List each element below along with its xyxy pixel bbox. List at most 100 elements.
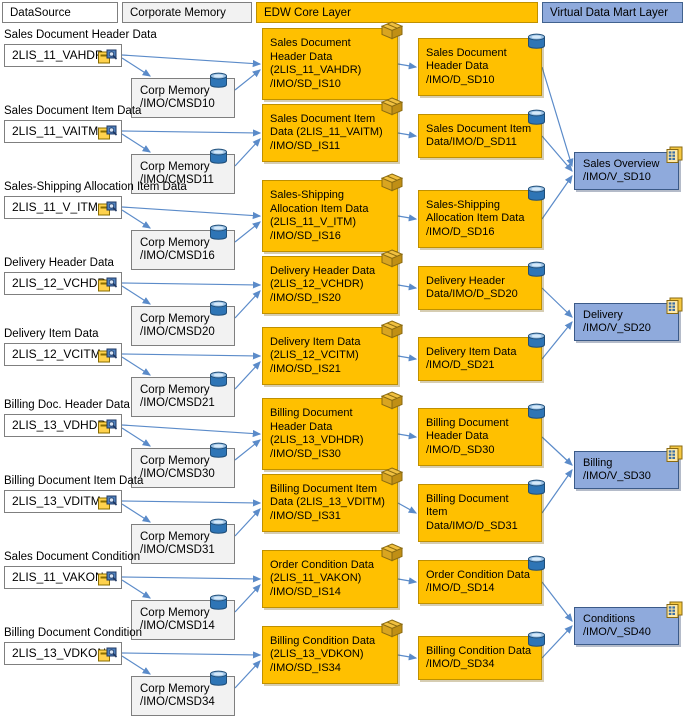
corp-memory-box[interactable]: Corp Memory/IMO/CMSD31: [131, 518, 235, 564]
node-text-line: Sales Document Item: [426, 122, 532, 135]
datasource-box[interactable]: 2LIS_11_VAITM: [4, 120, 122, 143]
datasource-name: 2LIS_12_VCITM: [12, 346, 101, 361]
node-text-line: Header Data: [426, 430, 489, 443]
virtual-mart-box[interactable]: Delivery/IMO/V_SD20: [574, 297, 683, 341]
column-header-datasource: DataSource: [2, 2, 118, 23]
node-text-line: Conditions: [583, 612, 635, 625]
node-text-line: /IMO/SD_IS14: [270, 585, 341, 598]
node-text-line: Billing Document: [426, 492, 509, 505]
dso-box[interactable]: Delivery Header Data/IMO/D_SD20: [418, 261, 545, 310]
node-text-line: Item: [426, 506, 448, 519]
corp-memory-box[interactable]: Corp Memory/IMO/CMSD20: [131, 300, 235, 346]
node-text-line: Corp Memory: [140, 454, 210, 467]
node-text-line: Billing Document Item: [270, 482, 377, 495]
datasource-caption: Sales Document Header Data: [4, 29, 157, 41]
dso-box[interactable]: Sales Document Header Data/IMO/D_SD10: [418, 33, 545, 96]
infosource-box[interactable]: Sales-Shipping Allocation Item Data (2LIS_…: [262, 173, 403, 252]
datasource-box[interactable]: 2LIS_11_VAKON: [4, 566, 122, 589]
node-text-line: /IMO/SD_IS31: [270, 509, 341, 522]
node-text-line: Delivery: [583, 308, 623, 321]
node-text-line: /IMO/D_SD16: [426, 225, 495, 238]
datasource-caption: Billing Document Item Data: [4, 475, 144, 487]
node-text-line: Header Data: [270, 50, 333, 63]
node-text-line: Billing Condition Data: [426, 644, 532, 657]
dso-box[interactable]: Order Condition Data/IMO/D_SD14: [418, 555, 545, 604]
node-text-line: Delivery Item Data: [426, 345, 517, 358]
node-text-line: Corp Memory: [140, 383, 210, 396]
node-text-line: /IMO/CMSD31: [140, 544, 215, 556]
corp-memory-box[interactable]: Corp Memory/IMO/CMSD34: [131, 670, 235, 716]
datasource-box[interactable]: 2LIS_13_VDITM: [4, 490, 122, 513]
datasource-caption: Sales Document Condition: [4, 551, 141, 563]
node-text-line: /IMO/SD_IS16: [270, 229, 341, 242]
infosource-box[interactable]: Billing Document Item Data (2LIS_13_VDITM…: [262, 467, 403, 532]
node-text-line: /IMO/SD_IS20: [270, 291, 341, 304]
datasource-box[interactable]: 2LIS_13_VDKON: [4, 642, 122, 665]
node-text-line: /IMO/SD_IS34: [270, 661, 341, 674]
infosource-box[interactable]: Billing Condition Data (2LIS_13_VDKON)/IM…: [262, 619, 403, 684]
node-text-line: /IMO/SD_IS11: [270, 139, 341, 152]
node-text-line: Billing: [583, 456, 613, 469]
corp-memory-box[interactable]: Corp Memory/IMO/CMSD16: [131, 224, 235, 270]
datasource-box[interactable]: 2LIS_12_VCHDR: [4, 272, 122, 295]
node-text-line: /IMO/SD_IS30: [270, 447, 341, 460]
node-text-line: Order Condition Data: [426, 568, 530, 581]
node-text-line: /IMO/V_SD20: [583, 322, 651, 334]
node-text-line: /IMO/CMSD21: [140, 397, 215, 409]
node-text-line: (2LIS_13_VDHDR): [270, 434, 364, 446]
node-text-line: /IMO/CMSD34: [140, 696, 215, 708]
virtual-mart-box[interactable]: Billing/IMO/V_SD30: [574, 445, 683, 489]
datasource-name: 2LIS_12_VCHDR: [12, 275, 107, 290]
infosource-box[interactable]: Delivery Item Data (2LIS_12_VCITM)/IMO/SD…: [262, 320, 403, 385]
dso-box[interactable]: Sales Document Item Data/IMO/D_SD11: [418, 109, 545, 158]
column-header-corporate-memory: Corporate Memory: [122, 2, 252, 23]
node-text-line: Corp Memory: [140, 236, 210, 249]
diagram-canvas: DataSource Corporate Memory EDW Core Lay…: [0, 0, 685, 720]
node-text-line: (2LIS_11_V_ITM): [270, 216, 357, 228]
node-text-line: /IMO/D_SD14: [426, 582, 495, 594]
node-text-line: Billing Document: [270, 407, 353, 419]
node-text-line: Sales Document: [270, 37, 351, 49]
corp-memory-box[interactable]: Corp Memory/IMO/CMSD21: [131, 371, 235, 417]
node-text-line: /IMO/CMSD14: [140, 620, 215, 632]
node-text-line: Billing Document: [426, 416, 509, 429]
datasource-box[interactable]: 2LIS_12_VCITM: [4, 343, 122, 366]
virtual-mart-box[interactable]: Conditions/IMO/V_SD40: [574, 601, 683, 645]
node-text-line: Data (2LIS_13_VDITM): [270, 496, 385, 509]
dso-box[interactable]: Billing Condition Data/IMO/D_SD34: [418, 631, 545, 680]
dso-box[interactable]: Sales-Shipping Allocation Item Data/IMO/D…: [418, 185, 545, 248]
node-text-line: (2LIS_12_VCITM): [270, 349, 359, 362]
corp-memory-box[interactable]: Corp Memory/IMO/CMSD30: [131, 442, 235, 488]
node-text-line: Sales-Shipping: [426, 198, 500, 211]
datasource-box[interactable]: 2LIS_11_V_ITM: [4, 196, 122, 219]
column-header-edw-core-layer: EDW Core Layer: [256, 2, 538, 23]
node-text-line: Sales Overview: [583, 157, 660, 170]
infosource-box[interactable]: Delivery Header Data (2LIS_12_VCHDR)/IMO/…: [262, 249, 403, 314]
node-text-line: Delivery Header Data: [270, 264, 376, 277]
virtual-mart-box[interactable]: Sales Overview/IMO/V_SD10: [574, 146, 683, 190]
node-text-line: /IMO/V_SD10: [583, 171, 651, 183]
node-text-line: (2LIS_11_VAHDR): [270, 64, 362, 76]
dso-box[interactable]: Delivery Item Data/IMO/D_SD21: [418, 332, 545, 381]
node-text-line: Sales Document Item: [270, 112, 376, 125]
corp-memory-box[interactable]: Corp Memory/IMO/CMSD14: [131, 594, 235, 640]
node-text-line: (2LIS_12_VCHDR): [270, 278, 364, 291]
node-text-line: Header Data: [270, 420, 333, 433]
dso-box[interactable]: Billing Document Item Data/IMO/D_SD31: [418, 479, 545, 542]
datasource-name: 2LIS_11_V_ITM: [12, 199, 98, 214]
node-text-line: Delivery Header: [426, 274, 505, 287]
infosource-box[interactable]: Sales Document Item Data (2LIS_11_VAITM) /…: [262, 97, 403, 162]
node-text-line: Order Condition Data: [270, 558, 374, 571]
node-text-line: /IMO/D_SD10: [426, 73, 495, 86]
infosource-box[interactable]: Order Condition Data (2LIS_11_VAKON)/IMO/…: [262, 543, 403, 608]
infosource-box[interactable]: Billing Document Header Data (2LIS_13_VDHD…: [262, 391, 403, 470]
node-text-line: /IMO/SD_IS10: [270, 77, 341, 90]
datasource-caption: Billing Document Condition: [4, 627, 143, 639]
datasource-box[interactable]: 2LIS_11_VAHDR: [4, 44, 122, 67]
dso-box[interactable]: Billing Document Header Data/IMO/D_SD30: [418, 403, 545, 466]
datasource-box[interactable]: 2LIS_13_VDHDR: [4, 414, 122, 437]
infosource-box[interactable]: Sales Document Header Data (2LIS_11_VAHDR)…: [262, 21, 403, 100]
column-header-virtual-data-mart: Virtual Data Mart Layer: [542, 2, 683, 23]
node-text-line: Header Data: [426, 60, 489, 73]
corp-memory-box[interactable]: Corp Memory/IMO/CMSD10: [131, 72, 235, 118]
